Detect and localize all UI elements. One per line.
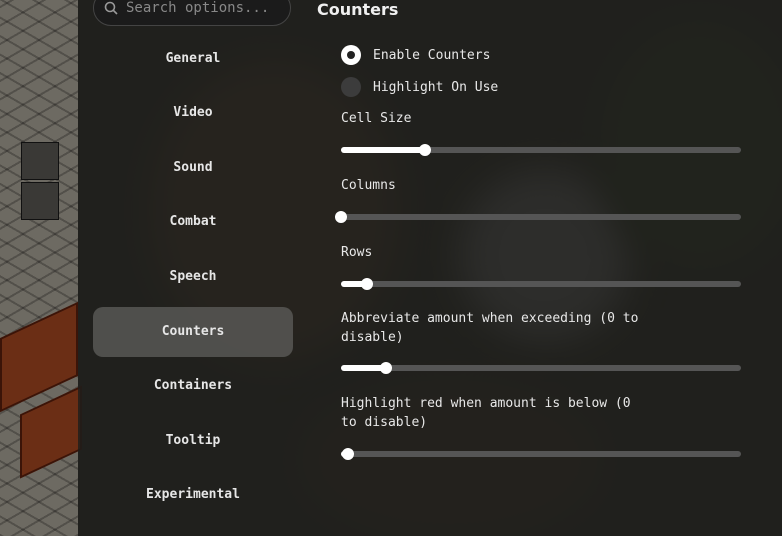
enable-counters-label: Enable Counters: [373, 47, 491, 63]
nav-item-tooltip[interactable]: Tooltip: [93, 416, 293, 466]
rows-label: Rows: [341, 245, 373, 260]
enable-counters-radio[interactable]: [341, 45, 361, 65]
highlight-on-use-option[interactable]: Highlight On Use: [341, 77, 498, 97]
slider-fill: [341, 147, 425, 153]
rows-slider[interactable]: [341, 278, 741, 290]
search-icon: [104, 1, 118, 15]
search-input[interactable]: [126, 0, 276, 16]
enable-counters-option[interactable]: Enable Counters: [341, 45, 490, 65]
highlight-red-label: Highlight red when amount is below (0 to…: [341, 396, 631, 430]
slider-thumb[interactable]: [419, 144, 431, 156]
nav-item-speech[interactable]: Speech: [93, 252, 293, 302]
abbreviate-amount-slider[interactable]: [341, 362, 741, 374]
slider-thumb[interactable]: [335, 211, 347, 223]
abbreviate-amount-label: Abbreviate amount when exceeding (0 to d…: [341, 311, 639, 345]
slider-thumb[interactable]: [361, 278, 373, 290]
inventory-slot: [21, 182, 59, 220]
inventory-slot: [21, 142, 59, 180]
search-box[interactable]: [93, 0, 291, 26]
highlight-red-slider[interactable]: [341, 448, 741, 460]
nav-item-general[interactable]: General: [93, 34, 293, 84]
cell-size-slider[interactable]: [341, 144, 741, 156]
page-title: Counters: [317, 0, 399, 19]
cell-size-label: Cell Size: [341, 111, 412, 126]
nav-item-sound[interactable]: Sound: [93, 143, 293, 193]
nav-item-experimental[interactable]: Experimental: [93, 470, 293, 520]
nav-item-video[interactable]: Video: [93, 88, 293, 138]
columns-label: Columns: [341, 178, 396, 193]
nav-item-combat[interactable]: Combat: [93, 197, 293, 247]
nav-item-counters[interactable]: Counters: [93, 307, 293, 357]
columns-slider[interactable]: [335, 211, 741, 223]
highlight-on-use-radio[interactable]: [341, 77, 361, 97]
highlight-on-use-label: Highlight On Use: [373, 79, 499, 95]
nav-item-containers[interactable]: Containers: [93, 361, 293, 411]
